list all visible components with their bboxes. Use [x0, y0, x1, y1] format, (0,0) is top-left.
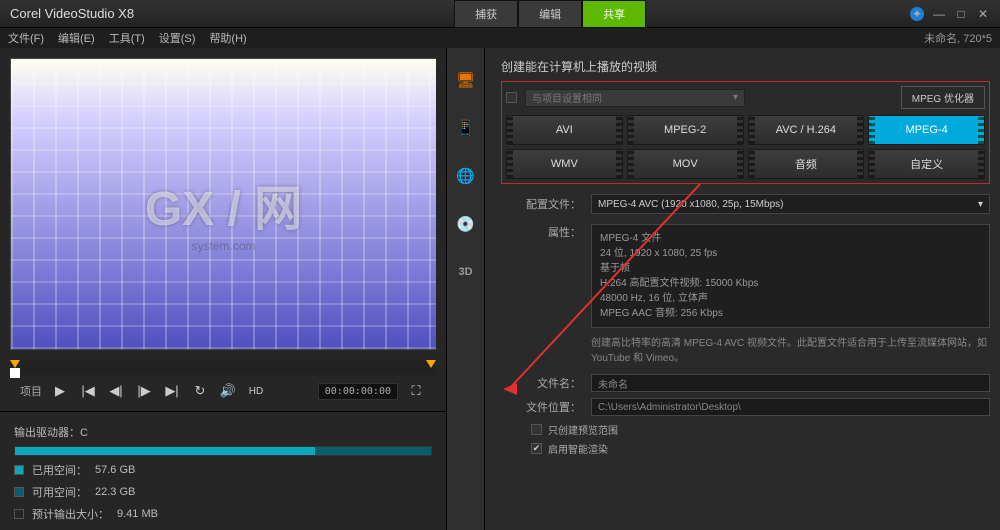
prop-line-1: 24 位, 1920 x 1080, 25 fps — [600, 246, 981, 261]
computer-icon[interactable]: 🖥 — [454, 68, 478, 92]
mode-tabs: 捕获 编辑 共享 — [454, 0, 646, 28]
output-drive-label: 输出驱动器：C — [14, 424, 432, 440]
tab-share[interactable]: 共享 — [582, 0, 646, 28]
free-label: 可用空间： — [32, 484, 87, 500]
tab-capture[interactable]: 捕获 — [454, 0, 518, 28]
disc-icon[interactable]: 💿 — [454, 212, 478, 236]
prop-line-0: MPEG-4 文件 — [600, 231, 981, 246]
menu-help[interactable]: 帮助(H) — [209, 30, 246, 46]
watermark: GX / 网 — [145, 169, 302, 239]
filename-input[interactable] — [591, 374, 990, 392]
go-end-button[interactable]: ▶| — [162, 381, 182, 401]
drive-info: 输出驱动器：C 已用空间： 57.6 GB 可用空间： 22.3 GB 预计输出大小… — [0, 416, 446, 530]
fileloc-input[interactable] — [591, 398, 990, 416]
tab-edit[interactable]: 编辑 — [518, 0, 582, 28]
preview-viewport[interactable]: GX / 网 system.com — [11, 59, 436, 349]
disk-usage-fill — [15, 447, 315, 455]
prev-frame-button[interactable]: ◀| — [106, 381, 126, 401]
est-value: 9.41 MB — [117, 508, 158, 520]
mark-in-icon[interactable] — [10, 360, 20, 368]
menu-file[interactable]: 文件(F) — [8, 30, 44, 46]
props-box: MPEG-4 文件 24 位, 1920 x 1080, 25 fps 基于帧 … — [591, 224, 990, 328]
prop-line-4: 48000 Hz, 16 位, 立体声 — [600, 291, 981, 306]
app-title: Corel VideoStudio X8 — [10, 6, 134, 21]
fileloc-label: 文件位置： — [501, 399, 581, 415]
section-title: 创建能在计算机上播放的视频 — [501, 58, 990, 75]
profile-hint: 创建高比特率的高清 MPEG-4 AVC 视频文件。此配置文件适合用于上传至流媒… — [591, 336, 990, 366]
close-icon[interactable]: ✕ — [976, 7, 990, 21]
playback-mode-label[interactable]: 项目 — [20, 383, 42, 399]
3d-icon[interactable]: 3D — [454, 260, 478, 284]
disk-usage-bar — [14, 446, 432, 456]
right-pane: 创建能在计算机上播放的视频 与项目设置相同 ▾ MPEG 优化器 AVI MPE… — [485, 48, 1000, 530]
only-preview-label: 只创建预览范围 — [548, 422, 618, 437]
profile-label: 配置文件： — [501, 196, 581, 212]
minimize-icon[interactable]: — — [932, 7, 946, 21]
go-start-button[interactable]: |◀ — [78, 381, 98, 401]
chevron-down-icon: ▾ — [733, 92, 738, 103]
scrubber-handle[interactable] — [10, 368, 20, 378]
next-frame-button[interactable]: |▶ — [134, 381, 154, 401]
est-label: 预计输出大小： — [32, 506, 109, 522]
target-strip: 🖥 📱 🌐 💿 3D — [447, 48, 485, 530]
format-mpeg4[interactable]: MPEG-4 — [868, 115, 985, 145]
free-swatch — [14, 487, 24, 497]
volume-button[interactable]: 🔊 — [218, 381, 238, 401]
format-highlight-box: 与项目设置相同 ▾ MPEG 优化器 AVI MPEG-2 AVC / H.26… — [501, 81, 990, 184]
used-swatch — [14, 465, 24, 475]
format-custom[interactable]: 自定义 — [868, 149, 985, 179]
window-controls: ✦ — □ ✕ — [910, 7, 990, 21]
menu-tools[interactable]: 工具(T) — [109, 30, 145, 46]
web-icon[interactable]: 🌐 — [454, 164, 478, 188]
filename-label: 文件名： — [501, 375, 581, 391]
device-icon[interactable]: 📱 — [454, 116, 478, 140]
prop-line-3: H.264 高配置文件视频: 15000 Kbps — [600, 276, 981, 291]
profile-value: MPEG-4 AVC (1920 x1080, 25p, 15Mbps) — [598, 199, 783, 210]
timecode-field[interactable]: 00:00:00:00 — [318, 383, 398, 400]
est-swatch — [14, 509, 24, 519]
menubar: 文件(F) 编辑(E) 工具(T) 设置(S) 帮助(H) 未命名, 720*5 — [0, 28, 1000, 48]
playback-bar: 项目 ▶ |◀ ◀| |▶ ▶| ↻ 🔊 HD 00:00:00:00 ⛶ — [0, 375, 446, 407]
maximize-icon[interactable]: □ — [954, 7, 968, 21]
mpeg-optimizer-button[interactable]: MPEG 优化器 — [901, 86, 985, 109]
preview-area: GX / 网 system.com — [10, 58, 436, 350]
format-audio[interactable]: 音频 — [748, 149, 865, 179]
divider — [0, 411, 446, 412]
timeline-ruler[interactable] — [10, 360, 436, 375]
format-avi[interactable]: AVI — [506, 115, 623, 145]
free-value: 22.3 GB — [95, 486, 135, 498]
titlebar: Corel VideoStudio X8 捕获 编辑 共享 ✦ — □ ✕ — [0, 0, 1000, 28]
mark-out-icon[interactable] — [426, 360, 436, 368]
format-grid: AVI MPEG-2 AVC / H.264 MPEG-4 WMV MOV 音频… — [506, 115, 985, 179]
guide-icon[interactable]: ✦ — [910, 7, 924, 21]
props-label: 属性： — [501, 224, 581, 240]
smart-render-label: 启用智能渲染 — [548, 441, 608, 456]
same-as-project-label: 与项目设置相同 — [532, 90, 602, 105]
left-pane: GX / 网 system.com 项目 ▶ |◀ ◀| |▶ ▶| ↻ 🔊 H… — [0, 48, 447, 530]
used-value: 57.6 GB — [95, 464, 135, 476]
menu-settings[interactable]: 设置(S) — [159, 30, 196, 46]
watermark-sub: system.com — [191, 239, 255, 253]
format-mov[interactable]: MOV — [627, 149, 744, 179]
only-preview-checkbox[interactable] — [531, 424, 542, 435]
same-as-project-select[interactable]: 与项目设置相同 ▾ — [525, 89, 745, 107]
project-name: 未命名, 720*5 — [924, 30, 992, 46]
prop-line-2: 基于帧 — [600, 261, 981, 276]
chevron-down-icon: ▾ — [978, 199, 983, 210]
loop-button[interactable]: ↻ — [190, 381, 210, 401]
used-label: 已用空间： — [32, 462, 87, 478]
prop-line-5: MPEG AAC 音频: 256 Kbps — [600, 306, 981, 321]
format-wmv[interactable]: WMV — [506, 149, 623, 179]
format-mpeg2[interactable]: MPEG-2 — [627, 115, 744, 145]
format-avc[interactable]: AVC / H.264 — [748, 115, 865, 145]
smart-render-checkbox[interactable]: ✔ — [531, 443, 542, 454]
same-as-project-checkbox[interactable] — [506, 92, 517, 103]
hd-toggle[interactable]: HD — [246, 381, 266, 401]
play-button[interactable]: ▶ — [50, 381, 70, 401]
profile-select[interactable]: MPEG-4 AVC (1920 x1080, 25p, 15Mbps) ▾ — [591, 194, 990, 214]
fullscreen-button[interactable]: ⛶ — [406, 381, 426, 401]
menu-edit[interactable]: 编辑(E) — [58, 30, 95, 46]
